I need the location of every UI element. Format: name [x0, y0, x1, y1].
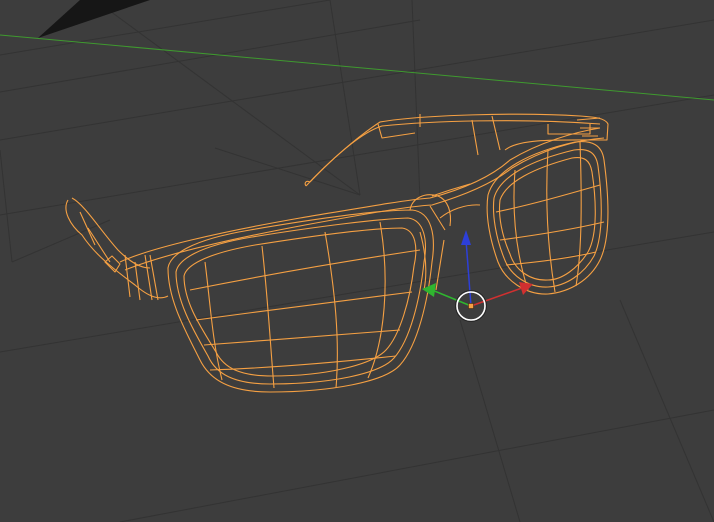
gizmo-y-axis[interactable]	[431, 289, 472, 307]
glasses-wireframe[interactable]	[65, 113, 609, 393]
gizmo-z-arrow-icon[interactable]	[461, 230, 471, 245]
gizmo-x-axis[interactable]	[470, 287, 523, 307]
x-axis-line	[0, 34, 714, 101]
object-origin-icon[interactable]	[468, 303, 474, 309]
left-temple-arm	[305, 113, 609, 187]
3d-viewport[interactable]	[0, 0, 714, 522]
viewport-canvas[interactable]	[0, 0, 714, 522]
gizmo-x-arrow-icon[interactable]	[519, 282, 533, 295]
floor-grid	[0, 0, 714, 522]
